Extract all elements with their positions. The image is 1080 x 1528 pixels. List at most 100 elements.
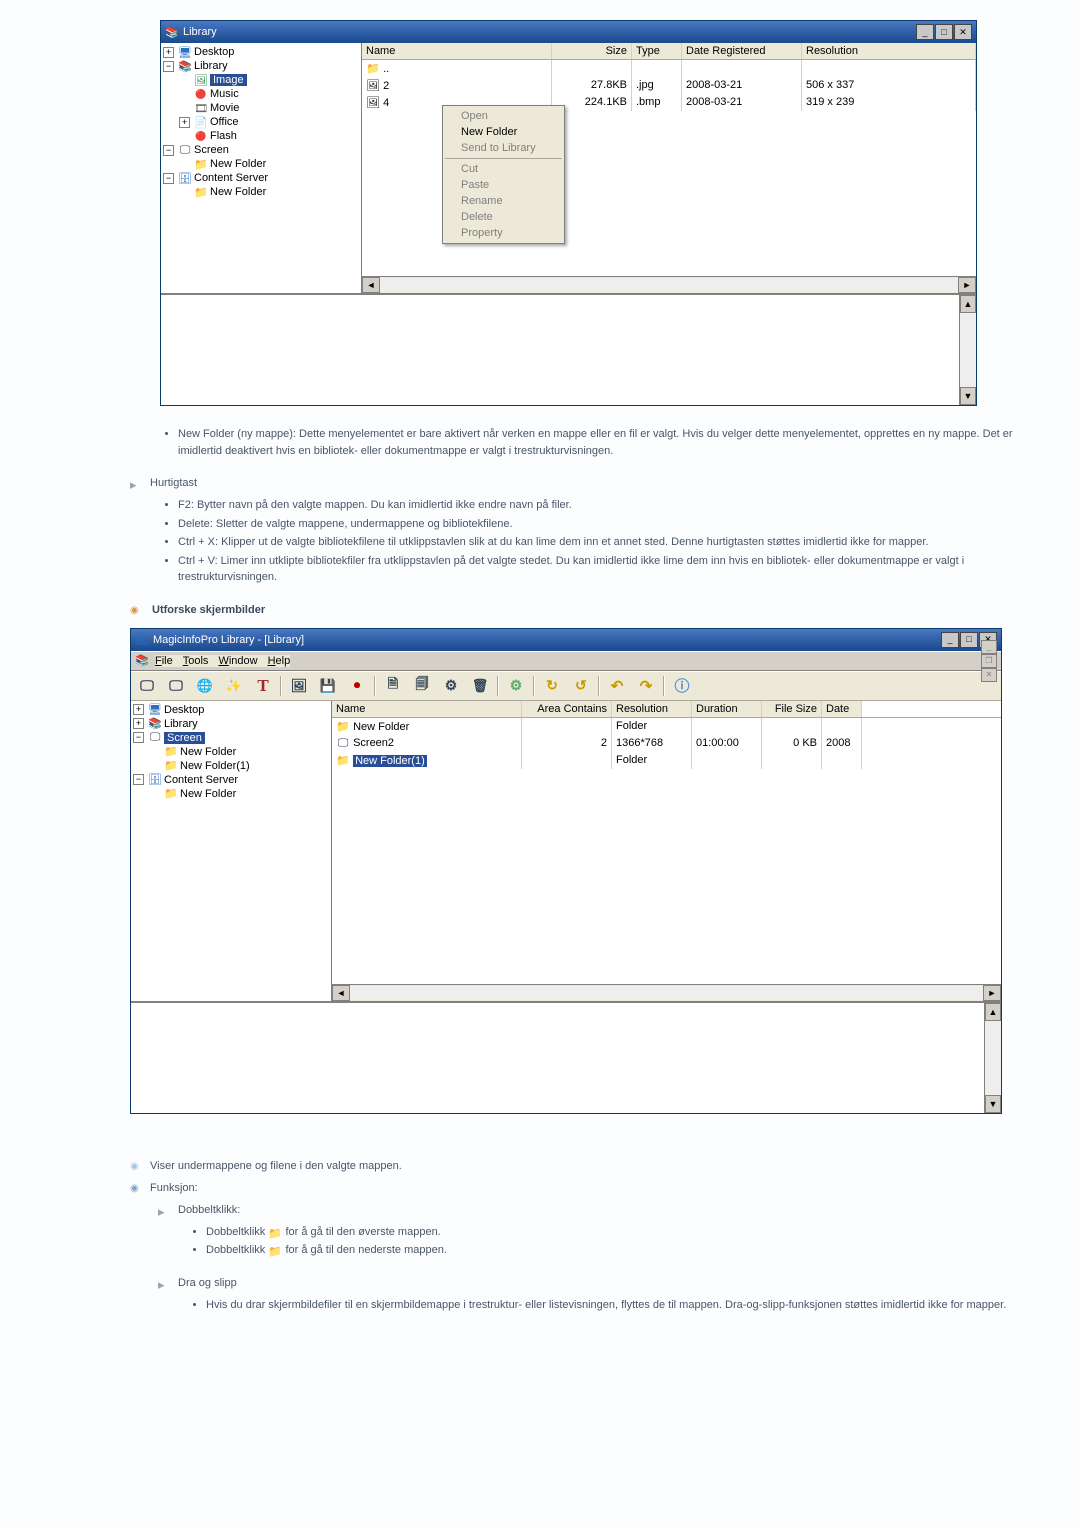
col-resolution[interactable]: Resolution <box>802 43 976 59</box>
collapse-icon[interactable]: − <box>163 61 174 72</box>
menu-help[interactable]: Help <box>268 655 291 667</box>
col-resolution[interactable]: Resolution <box>612 701 692 717</box>
expand-icon[interactable]: + <box>133 718 144 729</box>
tree-new-folder[interactable]: New Folder <box>210 158 266 170</box>
file-list[interactable]: Name Area Contains Resolution Duration F… <box>332 701 1001 1001</box>
vertical-scrollbar[interactable]: ▲ ▼ <box>984 1003 1001 1113</box>
tree-screen[interactable]: Screen <box>194 144 229 156</box>
scroll-right-icon[interactable]: ► <box>983 985 1001 1001</box>
list-row[interactable]: New Folder Folder <box>332 718 1001 735</box>
tree-new-folder[interactable]: New Folder <box>210 186 266 198</box>
menu-window[interactable]: Window <box>218 655 257 667</box>
folder-tree[interactable]: + Desktop − Library Image Music Movie + Off… <box>161 43 362 293</box>
tb-info-icon[interactable] <box>669 674 695 698</box>
list-row[interactable]: .. <box>362 60 976 77</box>
col-name[interactable]: Name <box>332 701 522 717</box>
context-menu[interactable]: Open New Folder Send to Library Cut Past… <box>442 105 565 244</box>
list-row[interactable]: 2 27.8KB .jpg 2008-03-21 506 x 337 <box>362 77 976 94</box>
col-type[interactable]: Type <box>632 43 682 59</box>
maximize-button[interactable]: □ <box>935 24 953 40</box>
tree-content-server[interactable]: Content Server <box>164 774 238 786</box>
horizontal-scrollbar[interactable]: ◄ ► <box>362 276 976 293</box>
collapse-icon[interactable]: − <box>133 774 144 785</box>
tb-record-icon[interactable] <box>344 674 370 698</box>
tb-effect-icon[interactable] <box>221 674 247 698</box>
tb-config-icon[interactable] <box>503 674 529 698</box>
list-headers[interactable]: Name Area Contains Resolution Duration F… <box>332 701 1001 718</box>
tree-library[interactable]: Library <box>164 718 198 730</box>
list-headers[interactable]: Name Size Type Date Registered Resolutio… <box>362 43 976 60</box>
col-area[interactable]: Area Contains <box>522 701 612 717</box>
tree-movie[interactable]: Movie <box>210 102 239 114</box>
tree-desktop[interactable]: Desktop <box>164 704 204 716</box>
close-button[interactable]: ✕ <box>954 24 972 40</box>
tree-flash[interactable]: Flash <box>210 130 237 142</box>
scroll-left-icon[interactable]: ◄ <box>362 277 380 293</box>
col-size[interactable]: Size <box>552 43 632 59</box>
collapse-icon[interactable]: − <box>133 732 144 743</box>
scroll-down-icon[interactable]: ▼ <box>985 1095 1001 1113</box>
window-titlebar[interactable]: Library _ □ ✕ <box>161 21 976 43</box>
scroll-up-icon[interactable]: ▲ <box>985 1003 1001 1021</box>
image-file-icon <box>366 96 380 109</box>
tb-copy-icon[interactable] <box>380 674 406 698</box>
col-name[interactable]: Name <box>362 43 552 59</box>
scroll-left-icon[interactable]: ◄ <box>332 985 350 1001</box>
expand-icon[interactable]: + <box>179 117 190 128</box>
tb-redo-icon[interactable] <box>633 674 659 698</box>
menu-bar[interactable]: File Tools Window Help <box>155 655 290 667</box>
tree-new-folder[interactable]: New Folder <box>180 746 236 758</box>
tb-paste-icon[interactable] <box>409 674 435 698</box>
scroll-right-icon[interactable]: ► <box>958 277 976 293</box>
tb-image-icon[interactable] <box>286 674 312 698</box>
horizontal-scrollbar[interactable]: ◄ ► <box>332 984 1001 1001</box>
ctx-new-folder[interactable]: New Folder <box>443 124 564 140</box>
tree-office[interactable]: Office <box>210 116 239 128</box>
tree-screen[interactable]: Screen <box>164 732 205 744</box>
collapse-icon[interactable]: − <box>163 173 174 184</box>
col-filesize[interactable]: File Size <box>762 701 822 717</box>
list-row[interactable]: Screen2 2 1366*768 01:00:00 0 KB 2008 <box>332 735 1001 752</box>
tb-rotate-cw-icon[interactable] <box>539 674 565 698</box>
expand-icon[interactable]: + <box>163 47 174 58</box>
tb-save-icon[interactable] <box>315 674 341 698</box>
toolbar[interactable] <box>131 671 1001 701</box>
tb-network-icon[interactable] <box>192 674 218 698</box>
library-icon <box>178 60 192 72</box>
vertical-scrollbar[interactable]: ▲ ▼ <box>959 295 976 405</box>
file-list[interactable]: Name Size Type Date Registered Resolutio… <box>362 43 976 293</box>
collapse-icon[interactable]: − <box>163 145 174 156</box>
tb-screen-icon[interactable] <box>134 674 160 698</box>
scroll-down-icon[interactable]: ▼ <box>960 387 976 405</box>
doc-restore-button[interactable]: ❐ <box>981 654 997 668</box>
tree-content-server[interactable]: Content Server <box>194 172 268 184</box>
minimize-button[interactable]: _ <box>941 632 959 648</box>
screen-icon <box>178 144 192 156</box>
tree-new-folder[interactable]: New Folder <box>180 788 236 800</box>
tb-text-icon[interactable] <box>250 674 276 698</box>
tb-settings-icon[interactable] <box>438 674 464 698</box>
list-row[interactable]: New Folder(1) Folder <box>332 752 1001 769</box>
folder-tree[interactable]: + Desktop + Library − Screen New Folder New… <box>131 701 332 1001</box>
maximize-button[interactable]: □ <box>960 632 978 648</box>
col-date[interactable]: Date <box>822 701 862 717</box>
tree-desktop[interactable]: Desktop <box>194 46 234 58</box>
tree-library[interactable]: Library <box>194 60 228 72</box>
tb-undo-icon[interactable] <box>604 674 630 698</box>
doc-close-button[interactable]: ✕ <box>981 668 997 682</box>
expand-icon[interactable]: + <box>133 704 144 715</box>
menu-file[interactable]: File <box>155 655 173 667</box>
doc-minimize-button[interactable]: _ <box>981 640 997 654</box>
tb-delete-icon[interactable] <box>467 674 493 698</box>
tree-music[interactable]: Music <box>210 88 239 100</box>
col-duration[interactable]: Duration <box>692 701 762 717</box>
tb-rotate-ccw-icon[interactable] <box>568 674 594 698</box>
window-titlebar[interactable]: MagicInfoPro Library - [Library] _ □ ✕ <box>131 629 1001 651</box>
tree-new-folder-1[interactable]: New Folder(1) <box>180 760 250 772</box>
tb-screen-alt-icon[interactable] <box>163 674 189 698</box>
menu-tools[interactable]: Tools <box>183 655 209 667</box>
scroll-up-icon[interactable]: ▲ <box>960 295 976 313</box>
tree-image[interactable]: Image <box>210 74 247 86</box>
minimize-button[interactable]: _ <box>916 24 934 40</box>
col-date[interactable]: Date Registered <box>682 43 802 59</box>
